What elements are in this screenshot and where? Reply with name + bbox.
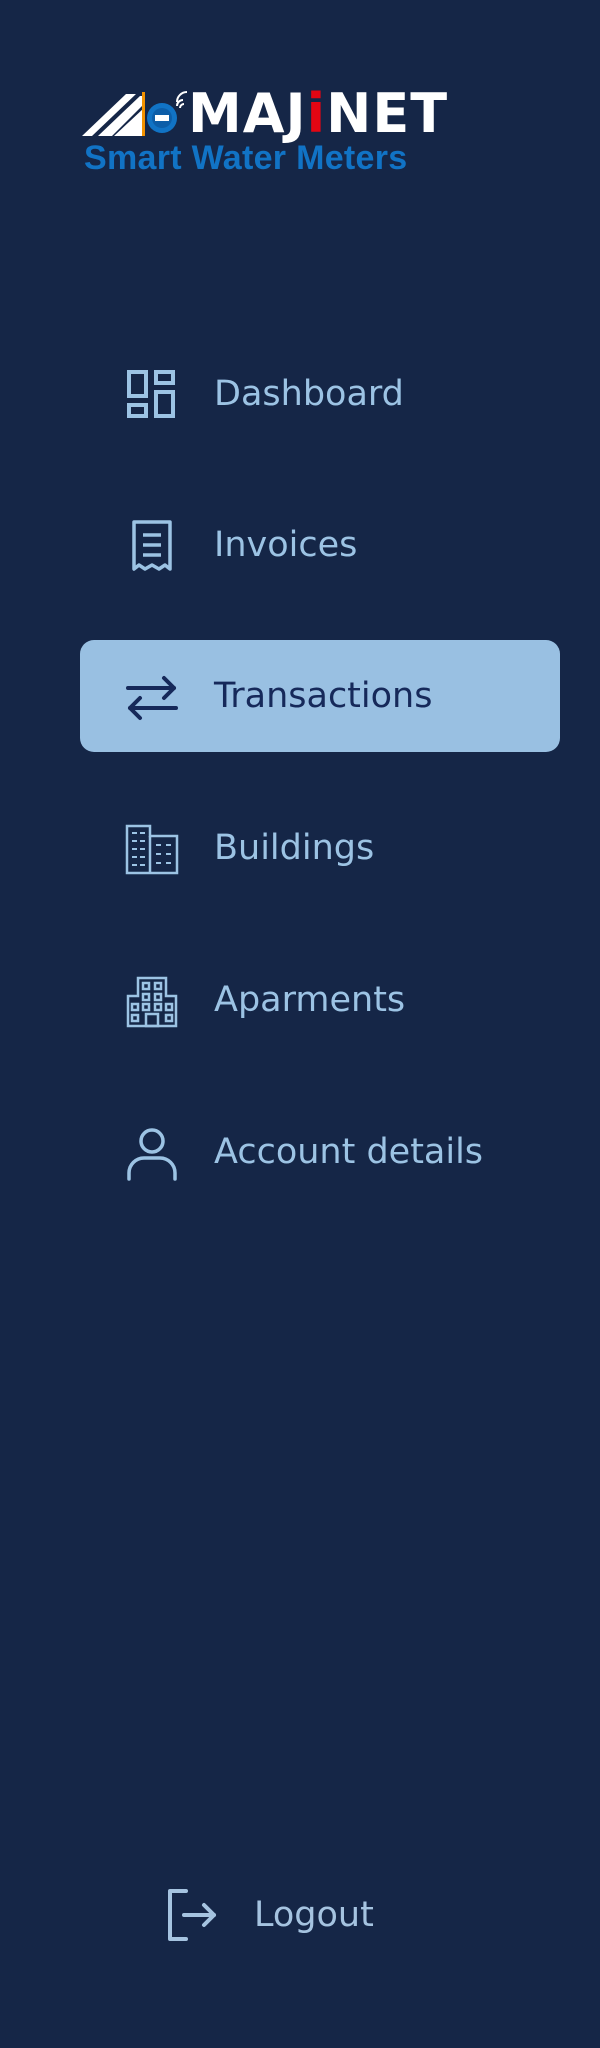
receipt-icon [132,520,172,571]
logout-label: Logout [254,1895,374,1935]
nav-item-label: Invoices [214,525,358,565]
logout-button[interactable]: Logout [160,1860,440,1970]
dashboard-icon [127,370,175,418]
nav-item-label: Aparments [214,980,406,1020]
nav-item-transactions[interactable]: Transactions [80,640,560,752]
nav-item-label: Buildings [214,828,375,868]
logo-mark-icon [82,91,188,136]
nav-item-account-details[interactable]: Account details [80,1096,560,1208]
brand-accent-letter: i [306,82,327,145]
nav-item-label: Dashboard [214,374,404,414]
brand-tagline: Smart Water Meters [84,139,408,177]
brand-logo[interactable]: MAJiNET Smart Water Meters [82,82,452,177]
building-icon [125,824,179,875]
nav-item-dashboard[interactable]: Dashboard [80,338,560,450]
nav-item-buildings[interactable]: Buildings [80,792,560,904]
user-icon [127,1128,177,1181]
sidebar: MAJiNET Smart Water Meters Dashboard Inv… [0,0,600,2048]
nav-item-label: Account details [214,1132,484,1172]
nav-item-apartments[interactable]: Aparments [80,944,560,1056]
nav-item-invoices[interactable]: Invoices [80,489,560,601]
arrows-exchange-icon [126,676,178,720]
nav-item-label: Transactions [214,676,433,716]
logout-icon [168,1889,216,1941]
brand-wordmark: MAJiNET [188,82,449,145]
apartment-icon [126,976,178,1028]
